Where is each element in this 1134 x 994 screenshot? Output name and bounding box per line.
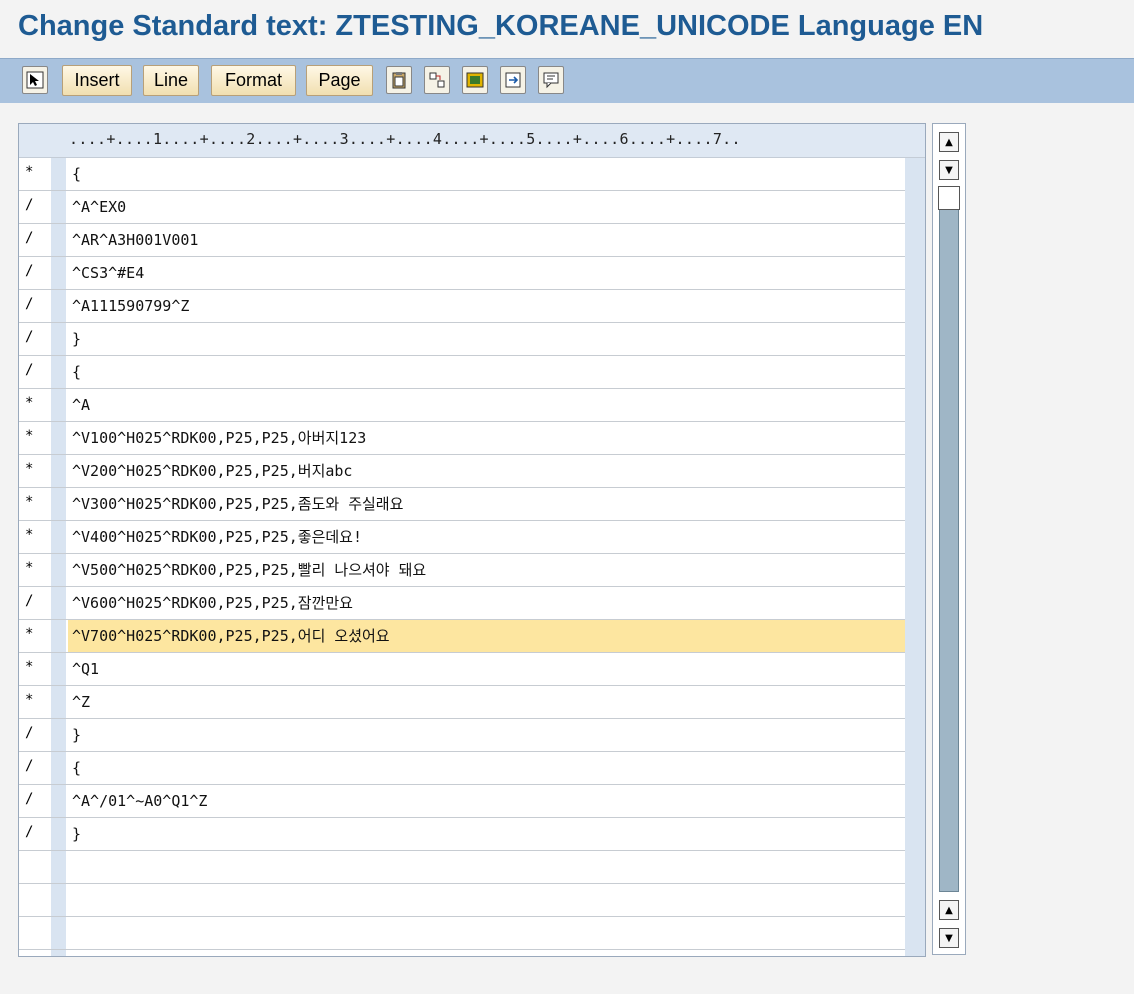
- paragraph-format-cell[interactable]: /: [25, 593, 47, 609]
- line-text[interactable]: [68, 917, 905, 949]
- paragraph-format-cell[interactable]: /: [25, 263, 47, 279]
- paragraph-format-cell[interactable]: *: [25, 461, 47, 477]
- line-text[interactable]: {: [68, 158, 905, 190]
- line-text[interactable]: ^V500^H025^RDK00,P25,P25,빨리 나으셔야 돼요: [68, 554, 905, 586]
- editor-line[interactable]: * ^V500^H025^RDK00,P25,P25,빨리 나으셔야 돼요: [19, 554, 905, 587]
- format-button[interactable]: Format: [211, 65, 296, 96]
- editor-line[interactable]: * ^V100^H025^RDK00,P25,P25,아버지123: [19, 422, 905, 455]
- line-text[interactable]: ^CS3^#E4: [68, 257, 905, 289]
- editor-right-margin: [905, 124, 925, 956]
- paste-icon[interactable]: [386, 66, 412, 94]
- line-text[interactable]: ^A^EX0: [68, 191, 905, 223]
- page-title: Change Standard text: ZTESTING_KOREANE_U…: [18, 10, 984, 42]
- line-text[interactable]: }: [68, 323, 905, 355]
- paragraph-format-cell[interactable]: /: [25, 758, 47, 774]
- text-editor[interactable]: ....+....1....+....2....+....3....+....4…: [18, 123, 926, 957]
- line-text[interactable]: }: [68, 818, 905, 850]
- paragraph-format-cell[interactable]: *: [25, 395, 47, 411]
- line-text[interactable]: }: [68, 719, 905, 751]
- editor-line[interactable]: / ^AR^A3H001V001: [19, 224, 905, 257]
- graphic-icon[interactable]: [462, 66, 488, 94]
- line-text[interactable]: ^A^/01^~A0^Q1^Z: [68, 785, 905, 817]
- line-text[interactable]: ^V400^H025^RDK00,P25,P25,좋은데요!: [68, 521, 905, 553]
- vertical-scrollbar[interactable]: ▲ ▼ ▲ ▼: [932, 123, 966, 955]
- line-text[interactable]: ^Q1: [68, 653, 905, 685]
- editor-line[interactable]: /}: [19, 323, 905, 356]
- comment-icon[interactable]: [538, 66, 564, 94]
- editor-line[interactable]: *{: [19, 158, 905, 191]
- paragraph-format-cell[interactable]: *: [25, 659, 47, 675]
- paragraph-format-cell[interactable]: /: [25, 197, 47, 213]
- editor-line[interactable]: /}: [19, 818, 905, 851]
- line-text[interactable]: ^Z: [68, 686, 905, 718]
- editor-line[interactable]: /{: [19, 752, 905, 785]
- application-toolbar: Insert Line Format Page: [0, 58, 1134, 103]
- paragraph-format-cell[interactable]: /: [25, 791, 47, 807]
- line-text[interactable]: {: [68, 356, 905, 388]
- editor-line[interactable]: * ^Q1: [19, 653, 905, 686]
- paragraph-format-cell[interactable]: /: [25, 329, 47, 345]
- line-text[interactable]: ^V200^H025^RDK00,P25,P25,버지abc: [68, 455, 905, 487]
- paragraph-format-cell[interactable]: *: [25, 692, 47, 708]
- scroll-up-button-bottom[interactable]: ▲: [939, 900, 959, 920]
- line-text[interactable]: ^V100^H025^RDK00,P25,P25,아버지123: [68, 422, 905, 454]
- paragraph-format-cell[interactable]: /: [25, 725, 47, 741]
- editor-line[interactable]: / ^A^/01^~A0^Q1^Z: [19, 785, 905, 818]
- paragraph-format-cell[interactable]: /: [25, 362, 47, 378]
- line-text[interactable]: ^V700^H025^RDK00,P25,P25,어디 오셨어요: [68, 620, 905, 652]
- line-text[interactable]: ^V300^H025^RDK00,P25,P25,좀도와 주실래요: [68, 488, 905, 520]
- scroll-down-button[interactable]: ▼: [939, 160, 959, 180]
- split-icon[interactable]: [424, 66, 450, 94]
- line-text[interactable]: ^AR^A3H001V001: [68, 224, 905, 256]
- editor-line[interactable]: * ^V200^H025^RDK00,P25,P25,버지abc: [19, 455, 905, 488]
- editor-line[interactable]: * ^V300^H025^RDK00,P25,P25,좀도와 주실래요: [19, 488, 905, 521]
- page-button[interactable]: Page: [306, 65, 373, 96]
- move-icon[interactable]: [500, 66, 526, 94]
- paragraph-format-cell[interactable]: *: [25, 560, 47, 576]
- paragraph-format-cell[interactable]: /: [25, 824, 47, 840]
- editor-line[interactable]: [19, 917, 905, 950]
- ruler-text: ....+....1....+....2....+....3....+....4…: [69, 130, 741, 148]
- editor-line[interactable]: * ^V700^H025^RDK00,P25,P25,어디 오셨어요: [19, 620, 905, 653]
- scroll-thumb[interactable]: [938, 186, 960, 210]
- line-text[interactable]: [68, 851, 905, 883]
- insert-button[interactable]: Insert: [62, 65, 132, 96]
- paragraph-format-cell[interactable]: *: [25, 428, 47, 444]
- editor-line[interactable]: * ^V400^H025^RDK00,P25,P25,좋은데요!: [19, 521, 905, 554]
- select-cursor-icon[interactable]: [22, 66, 48, 94]
- ruler: ....+....1....+....2....+....3....+....4…: [19, 124, 925, 158]
- editor-line[interactable]: [19, 851, 905, 884]
- editor-line[interactable]: / ^A^EX0: [19, 191, 905, 224]
- scroll-up-button[interactable]: ▲: [939, 132, 959, 152]
- paragraph-format-cell[interactable]: *: [25, 164, 47, 180]
- scroll-down-button-bottom[interactable]: ▼: [939, 928, 959, 948]
- line-text[interactable]: ^A111590799^Z: [68, 290, 905, 322]
- paragraph-format-cell[interactable]: *: [25, 626, 47, 642]
- title-bar: Change Standard text: ZTESTING_KOREANE_U…: [0, 0, 1134, 56]
- editor-line[interactable]: / ^CS3^#E4: [19, 257, 905, 290]
- editor-line[interactable]: /{: [19, 356, 905, 389]
- editor-line[interactable]: / ^A111590799^Z: [19, 290, 905, 323]
- line-text[interactable]: [68, 884, 905, 916]
- paragraph-format-cell[interactable]: *: [25, 494, 47, 510]
- line-text[interactable]: {: [68, 752, 905, 784]
- line-button[interactable]: Line: [143, 65, 199, 96]
- line-text[interactable]: ^A: [68, 389, 905, 421]
- line-text[interactable]: ^V600^H025^RDK00,P25,P25,잠깐만요: [68, 587, 905, 619]
- editor-line[interactable]: [19, 884, 905, 917]
- scroll-track[interactable]: [939, 186, 959, 892]
- editor-line[interactable]: / ^V600^H025^RDK00,P25,P25,잠깐만요: [19, 587, 905, 620]
- editor-line[interactable]: * ^Z: [19, 686, 905, 719]
- paragraph-format-cell[interactable]: /: [25, 230, 47, 246]
- editor-line[interactable]: /}: [19, 719, 905, 752]
- editor-line[interactable]: * ^A: [19, 389, 905, 422]
- paragraph-format-cell[interactable]: /: [25, 296, 47, 312]
- paragraph-format-cell[interactable]: *: [25, 527, 47, 543]
